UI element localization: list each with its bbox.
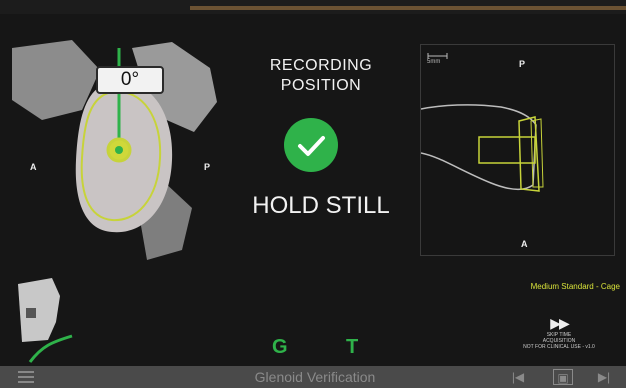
recording-status: RECORDING POSITION HOLD STILL	[236, 56, 406, 236]
skip-time-button[interactable]: ▶▶ SKIP TIME ACQUISITION NOT FOR CLINICA…	[519, 315, 599, 359]
instrument-window	[26, 308, 36, 318]
implant-section-render	[421, 104, 544, 192]
cross-section-view: 5mm P A	[420, 44, 615, 256]
bottom-bar: Glenoid Verification |◀ ▣ ▶|	[0, 366, 626, 388]
skip-label-3: NOT FOR CLINICAL USE - v1.0	[523, 344, 595, 350]
previous-step-icon[interactable]: |◀	[508, 369, 528, 385]
hold-still-text: HOLD STILL	[252, 192, 390, 219]
implant-baseplate	[518, 116, 540, 192]
status-line-1: RECORDING	[269, 57, 373, 74]
top-strip	[0, 0, 626, 14]
instrument-body	[18, 278, 60, 342]
checkmark-icon	[284, 118, 338, 172]
next-step-icon[interactable]: ▶|	[594, 369, 614, 385]
guidance-screen: 0° A P RECORDING POSITION HOLD STILL 5mm…	[0, 0, 626, 388]
mode-g-button[interactable]: G	[272, 336, 288, 359]
hamburger-menu-icon[interactable]	[18, 371, 34, 383]
implant-peg	[478, 136, 536, 164]
status-line-2: POSITION	[280, 77, 362, 94]
screen-title: Glenoid Verification	[254, 369, 376, 385]
glenoid-face-view: 0° A P	[12, 40, 222, 260]
fast-forward-icon: ▶▶	[550, 315, 570, 331]
mode-t-button[interactable]: T	[346, 336, 358, 359]
label-anterior: A	[30, 162, 37, 172]
implant-size-label: Medium Standard - Cage	[530, 282, 620, 291]
label-posterior: P	[204, 162, 211, 172]
top-accent	[190, 6, 626, 10]
target-center	[115, 146, 123, 154]
angle-readout: 0°	[96, 66, 164, 94]
capture-button-icon[interactable]: ▣	[553, 369, 573, 385]
instrument-thumbnail[interactable]	[12, 276, 84, 366]
